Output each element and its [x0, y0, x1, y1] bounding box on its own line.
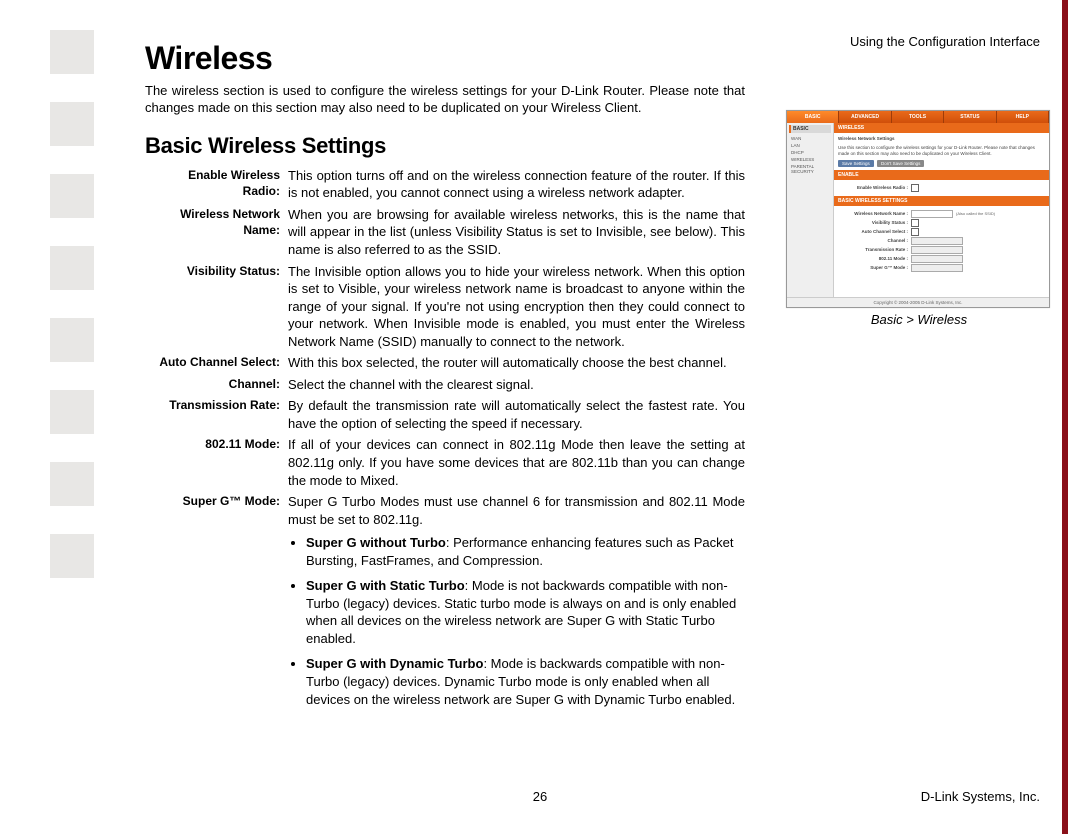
setting-channel: Channel: Select the channel with the cle…: [145, 376, 745, 394]
field-label: Auto Channel Select :: [838, 229, 911, 234]
term: 802.11 Mode:: [145, 436, 288, 452]
setting-transmission-rate: Transmission Rate: By default the transm…: [145, 397, 745, 432]
field-label: Wireless Network Name :: [838, 211, 911, 216]
super-g-bullets: Super G without Turbo: Performance enhan…: [288, 534, 745, 708]
bullet-super-g-static-turbo: Super G with Static Turbo: Mode is not b…: [306, 577, 745, 647]
panel-text: Use this section to configure the wirele…: [838, 145, 1045, 157]
field-hint: (Also called the SSID): [956, 211, 995, 216]
tab-help: HELP: [997, 111, 1049, 123]
field-label: Transmission Rate :: [838, 247, 911, 252]
checkbox-icon: [911, 184, 919, 192]
panel-title: Wireless Network Settings: [838, 136, 894, 141]
field-label: Enable Wireless Radio :: [838, 185, 911, 190]
select-input: [911, 237, 963, 245]
screenshot-caption: Basic > Wireless: [788, 312, 1050, 327]
sidenav-item: DHCP: [789, 149, 831, 156]
page-title: Wireless: [145, 40, 745, 77]
screenshot-footer: Copyright © 2004-2005 D-Link Systems, In…: [787, 297, 1049, 308]
deco-square: [50, 246, 94, 290]
sidenav-head: BASIC: [789, 125, 831, 133]
select-input: [911, 264, 963, 272]
desc: Select the channel with the clearest sig…: [288, 376, 745, 394]
term: Wireless Network Name:: [145, 206, 288, 238]
tab-status: STATUS: [944, 111, 996, 123]
field-label: 802.11 Mode :: [838, 256, 911, 261]
inline-screenshot: BASIC ADVANCED TOOLS STATUS HELP BASIC W…: [786, 110, 1050, 308]
desc: This option turns off and on the wireles…: [288, 167, 745, 202]
deco-square: [50, 102, 94, 146]
panel-header: ENABLE: [834, 170, 1049, 180]
desc: If all of your devices can connect in 80…: [288, 436, 745, 489]
deco-square: [50, 462, 94, 506]
term: Super G™ Mode:: [145, 493, 288, 509]
sidenav-item: PARENTAL SECURITY: [789, 163, 831, 175]
deco-square: [50, 30, 94, 74]
save-button: Save Settings: [838, 160, 874, 167]
field-label: Visibility Status :: [838, 220, 911, 225]
term: Enable Wireless Radio:: [145, 167, 288, 199]
term: Transmission Rate:: [145, 397, 288, 413]
deco-square: [50, 534, 94, 578]
bullet-super-g-dynamic-turbo: Super G with Dynamic Turbo: Mode is back…: [306, 655, 745, 708]
desc: The Invisible option allows you to hide …: [288, 263, 745, 351]
setting-visibility-status: Visibility Status: The Invisible option …: [145, 263, 745, 351]
text-input: [911, 210, 953, 218]
sidenav-item: LAN: [789, 142, 831, 149]
term: Channel:: [145, 376, 288, 392]
sidenav-item: WAN: [789, 135, 831, 142]
tab-basic: BASIC: [787, 111, 839, 123]
term: Auto Channel Select:: [145, 354, 288, 370]
desc: When you are browsing for available wire…: [288, 206, 745, 259]
header-breadcrumb: Using the Configuration Interface: [850, 34, 1040, 49]
desc: With this box selected, the router will …: [288, 354, 745, 372]
field-label: Super G™ Mode :: [838, 265, 911, 270]
settings-list: Enable Wireless Radio: This option turns…: [145, 167, 745, 716]
page-number: 26: [0, 789, 1080, 804]
screenshot-tabbar: BASIC ADVANCED TOOLS STATUS HELP: [787, 111, 1049, 123]
tab-tools: TOOLS: [892, 111, 944, 123]
screenshot-sidenav: BASIC WAN LAN DHCP WIRELESS PARENTAL SEC…: [787, 123, 834, 297]
select-input: [911, 246, 963, 254]
desc: By default the transmission rate will au…: [288, 397, 745, 432]
footer-company: D-Link Systems, Inc.: [921, 789, 1040, 804]
panel-header: BASIC WIRELESS SETTINGS: [834, 196, 1049, 206]
radio-icon: [911, 219, 919, 227]
term: Visibility Status:: [145, 263, 288, 279]
setting-wireless-network-name: Wireless Network Name: When you are brow…: [145, 206, 745, 259]
deco-square: [50, 390, 94, 434]
setting-auto-channel-select: Auto Channel Select: With this box selec…: [145, 354, 745, 372]
super-g-desc: Super G Turbo Modes must use channel 6 f…: [288, 494, 745, 527]
deco-square: [50, 318, 94, 362]
deco-square: [50, 174, 94, 218]
intro-paragraph: The wireless section is used to configur…: [145, 83, 745, 117]
bullet-super-g-without-turbo: Super G without Turbo: Performance enhan…: [306, 534, 745, 569]
dont-save-button: Don't Save Settings: [877, 160, 924, 167]
section-subtitle: Basic Wireless Settings: [145, 133, 745, 159]
checkbox-icon: [911, 228, 919, 236]
select-input: [911, 255, 963, 263]
setting-80211-mode: 802.11 Mode: If all of your devices can …: [145, 436, 745, 489]
decorative-right-bar: [1062, 0, 1068, 834]
tab-advanced: ADVANCED: [839, 111, 891, 123]
screenshot-main: WIRELESS Wireless Network Settings Use t…: [834, 123, 1049, 297]
main-content: Wireless The wireless section is used to…: [145, 40, 745, 720]
setting-super-g-mode: Super G™ Mode: Super G Turbo Modes must …: [145, 493, 745, 716]
setting-enable-wireless-radio: Enable Wireless Radio: This option turns…: [145, 167, 745, 202]
desc: Super G Turbo Modes must use channel 6 f…: [288, 493, 745, 716]
decorative-side-squares: [50, 30, 110, 606]
panel-header: WIRELESS: [834, 123, 1049, 133]
field-label: Channel :: [838, 238, 911, 243]
sidenav-item: WIRELESS: [789, 156, 831, 163]
